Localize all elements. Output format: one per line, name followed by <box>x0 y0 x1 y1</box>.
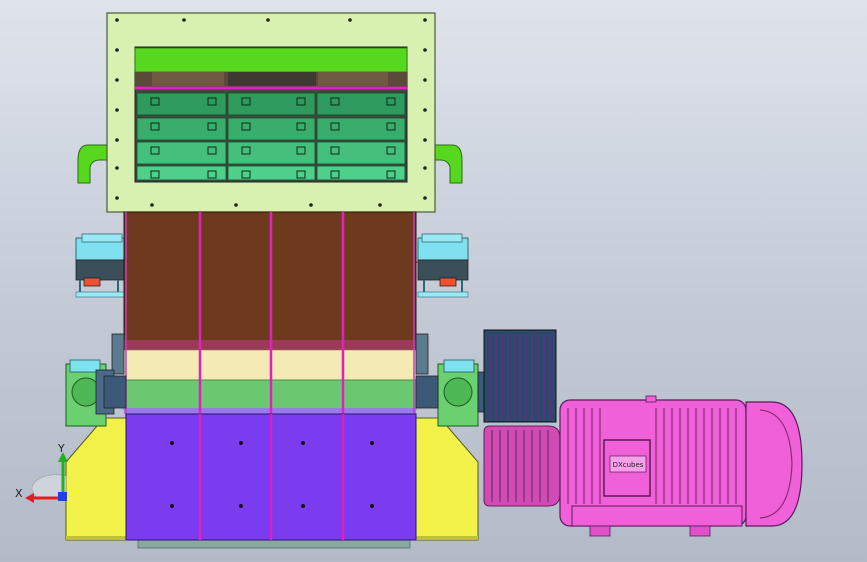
screen-tile <box>316 117 406 141</box>
axis-x-label: X <box>15 487 23 500</box>
axis-z-marker <box>58 492 67 501</box>
lifting-lug-right <box>434 144 463 184</box>
screen-tile <box>136 92 227 116</box>
lifting-lug-left <box>77 144 109 184</box>
drive-pulley <box>483 329 561 507</box>
base-left <box>65 417 127 541</box>
hopper-green-bar <box>134 47 408 73</box>
screen-tile <box>316 141 406 165</box>
axis-triad: X Y <box>15 442 68 503</box>
rotor-housing <box>125 413 417 541</box>
screen-tile <box>227 92 316 116</box>
screen-tile <box>316 92 406 116</box>
axis-y-label: Y <box>57 442 65 455</box>
electric-motor: DXcubes <box>559 395 803 537</box>
screen-tile-grid <box>136 92 406 181</box>
base-right <box>415 417 479 541</box>
cad-viewport[interactable]: DXcubes X Y <box>0 0 867 562</box>
screen-tile <box>136 141 227 165</box>
tension-unit-right <box>407 233 469 300</box>
crusher-assembly-drawing: DXcubes X Y <box>15 12 803 549</box>
screen-tile <box>227 141 316 165</box>
screen-tile <box>136 117 227 141</box>
motor-nameplate-text: DXcubes <box>613 461 644 469</box>
screen-tile <box>227 117 316 141</box>
motor-fan-cover <box>745 401 803 527</box>
